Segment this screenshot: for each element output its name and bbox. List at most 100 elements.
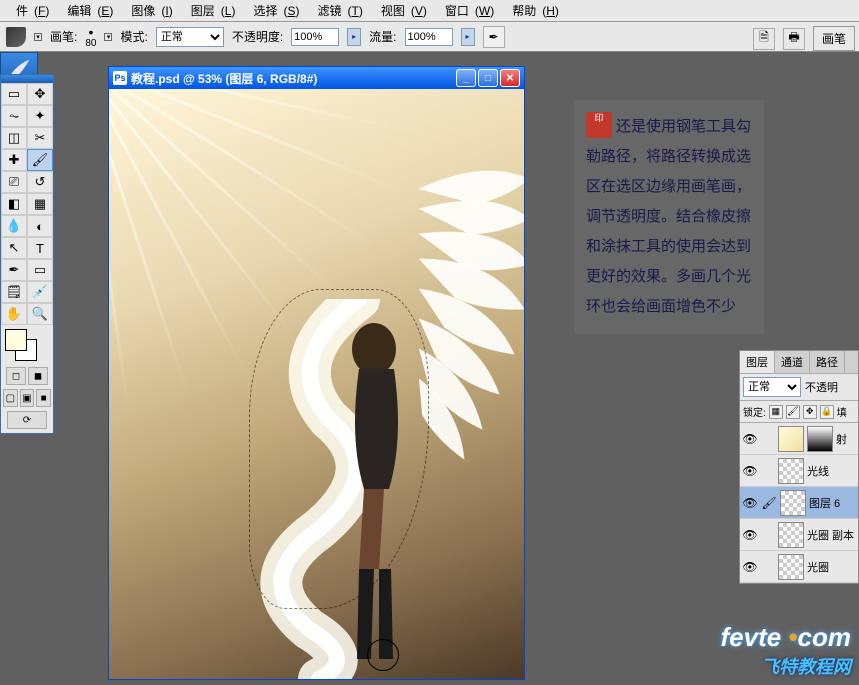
ps-file-icon: Ps bbox=[113, 71, 127, 85]
airbrush-icon[interactable]: ✒ bbox=[483, 26, 505, 48]
shape-tool[interactable]: ▭ bbox=[27, 259, 53, 281]
close-button[interactable]: ✕ bbox=[500, 69, 520, 87]
dodge-tool[interactable]: ◐ bbox=[27, 215, 53, 237]
notes-tool[interactable]: 🗒 bbox=[1, 281, 27, 303]
screen-mode-1-icon[interactable]: ▢ bbox=[3, 389, 18, 407]
gradient-tool[interactable]: ▦ bbox=[27, 193, 53, 215]
seal-stamp-icon: 印 bbox=[586, 112, 612, 138]
canvas[interactable] bbox=[109, 89, 524, 679]
stamp-tool[interactable]: ⎚ bbox=[1, 171, 27, 193]
layer-row[interactable]: 👁 🖌 图层 6 bbox=[740, 487, 858, 519]
layer-name[interactable]: 光圈 副本 bbox=[807, 527, 854, 543]
menu-edit[interactable]: 编辑(E) bbox=[55, 0, 119, 21]
layer-name[interactable]: 光线 bbox=[807, 463, 829, 479]
instruction-text: 还是使用钢笔工具勾勒路径，将路径转换成选区在选区边缘用画笔画，调节透明度。结合橡… bbox=[586, 118, 751, 315]
visibility-icon[interactable]: 👁 bbox=[742, 431, 758, 447]
menu-bar: 件(F) 编辑(E) 图像(I) 图层(L) 选择(S) 滤镜(T) 视图(V)… bbox=[0, 0, 859, 22]
opacity-spinner-icon[interactable]: ▸ bbox=[347, 28, 361, 46]
layer-thumbnail[interactable] bbox=[778, 426, 804, 452]
lock-position-icon[interactable]: ✥ bbox=[803, 405, 817, 419]
move-tool[interactable]: ✥ bbox=[27, 83, 53, 105]
opacity-input[interactable] bbox=[291, 28, 339, 46]
menu-view[interactable]: 视图(V) bbox=[369, 0, 433, 21]
blend-mode-select[interactable]: 正常 bbox=[156, 27, 224, 47]
history-brush-tool[interactable]: ↺ bbox=[27, 171, 53, 193]
tab-layers[interactable]: 图层 bbox=[740, 351, 775, 373]
brush-size-value[interactable]: 80 bbox=[85, 39, 96, 49]
type-tool[interactable]: T bbox=[27, 237, 53, 259]
foreground-color-swatch[interactable] bbox=[5, 329, 27, 351]
lock-label: 锁定: bbox=[743, 404, 766, 419]
menu-image[interactable]: 图像(I) bbox=[119, 0, 178, 21]
layer-mask-thumbnail[interactable] bbox=[807, 426, 833, 452]
layer-blend-mode-select[interactable]: 正常 bbox=[743, 377, 801, 397]
options-right-group: 🗎 🖶 画笔 bbox=[753, 26, 855, 51]
brush-dropdown-icon[interactable]: ▾ bbox=[104, 33, 112, 41]
layer-name[interactable]: 图层 6 bbox=[809, 495, 840, 511]
layer-row[interactable]: 👁 射 bbox=[740, 423, 858, 455]
layer-thumbnail[interactable] bbox=[778, 522, 804, 548]
wand-tool[interactable]: ✦ bbox=[27, 105, 53, 127]
menu-help[interactable]: 帮助(H) bbox=[500, 0, 565, 21]
eraser-tool[interactable]: ◧ bbox=[1, 193, 27, 215]
slice-tool[interactable]: ✂ bbox=[27, 127, 53, 149]
hand-tool[interactable]: ✋ bbox=[1, 303, 27, 325]
layers-panel: 图层 通道 路径 正常 不透明 锁定: ▦ 🖌 ✥ 🔒 填 👁 射 👁 光线 👁… bbox=[739, 350, 859, 584]
eyedropper-tool[interactable]: 💉 bbox=[27, 281, 53, 303]
layer-name[interactable]: 射 bbox=[836, 431, 847, 447]
quickmask-mode-icon[interactable]: ◼ bbox=[28, 367, 48, 385]
visibility-icon[interactable]: 👁 bbox=[742, 495, 758, 511]
print-icon[interactable]: 🖶 bbox=[783, 28, 805, 50]
fill-label: 填 bbox=[837, 404, 847, 419]
document-titlebar[interactable]: Ps 教程.psd @ 53% (图层 6, RGB/8#) _ □ ✕ bbox=[109, 67, 524, 89]
tab-paths[interactable]: 路径 bbox=[810, 351, 845, 373]
menu-select[interactable]: 选择(S) bbox=[241, 0, 305, 21]
visibility-icon[interactable]: 👁 bbox=[742, 559, 758, 575]
document-title: 教程.psd @ 53% (图层 6, RGB/8#) bbox=[131, 70, 317, 87]
layer-name[interactable]: 光圈 bbox=[807, 559, 829, 575]
toolbox-titlebar[interactable] bbox=[1, 75, 53, 83]
lock-transparency-icon[interactable]: ▦ bbox=[769, 405, 783, 419]
edit-indicator-icon: 🖌 bbox=[761, 495, 777, 511]
flow-label: 流量: bbox=[369, 28, 396, 45]
figure-art bbox=[329, 319, 439, 669]
brush-tool[interactable]: 🖌 bbox=[27, 149, 53, 171]
lock-all-icon[interactable]: 🔒 bbox=[820, 405, 834, 419]
color-swatches[interactable] bbox=[1, 325, 53, 365]
zoom-tool[interactable]: 🔍 bbox=[27, 303, 53, 325]
brush-tool-icon[interactable] bbox=[6, 27, 26, 47]
options-bar: ▾ 画笔: • 80 ▾ 模式: 正常 不透明度: ▸ 流量: ▸ ✒ bbox=[0, 22, 859, 52]
tab-channels[interactable]: 通道 bbox=[775, 351, 810, 373]
maximize-button[interactable]: □ bbox=[478, 69, 498, 87]
menu-filter[interactable]: 滤镜(T) bbox=[305, 0, 368, 21]
path-select-tool[interactable]: ↖ bbox=[1, 237, 27, 259]
tool-preset-dropdown-icon[interactable]: ▾ bbox=[34, 33, 42, 41]
screen-mode-2-icon[interactable]: ▣ bbox=[20, 389, 35, 407]
heal-tool[interactable]: ✚ bbox=[1, 149, 27, 171]
layer-thumbnail[interactable] bbox=[778, 554, 804, 580]
lock-paint-icon[interactable]: 🖌 bbox=[786, 405, 800, 419]
screen-mode-3-icon[interactable]: ■ bbox=[36, 389, 51, 407]
menu-file[interactable]: 件(F) bbox=[4, 0, 55, 21]
menu-window[interactable]: 窗口(W) bbox=[433, 0, 500, 21]
minimize-button[interactable]: _ bbox=[456, 69, 476, 87]
file-browser-icon[interactable]: 🗎 bbox=[753, 28, 775, 50]
jump-to-icon[interactable]: ⟳ bbox=[7, 411, 47, 429]
menu-layer[interactable]: 图层(L) bbox=[179, 0, 242, 21]
flow-spinner-icon[interactable]: ▸ bbox=[461, 28, 475, 46]
layer-thumbnail[interactable] bbox=[778, 458, 804, 484]
blur-tool[interactable]: 💧 bbox=[1, 215, 27, 237]
flow-input[interactable] bbox=[405, 28, 453, 46]
standard-mode-icon[interactable]: ◻ bbox=[6, 367, 26, 385]
layer-row[interactable]: 👁 光线 bbox=[740, 455, 858, 487]
visibility-icon[interactable]: 👁 bbox=[742, 527, 758, 543]
pen-tool[interactable]: ✒ bbox=[1, 259, 27, 281]
layer-row[interactable]: 👁 光圈 副本 bbox=[740, 519, 858, 551]
lasso-tool[interactable]: ⏦ bbox=[1, 105, 27, 127]
layer-thumbnail[interactable] bbox=[780, 490, 806, 516]
marquee-tool[interactable]: ▭ bbox=[1, 83, 27, 105]
crop-tool[interactable]: ◫ bbox=[1, 127, 27, 149]
brushes-palette-button[interactable]: 画笔 bbox=[813, 26, 855, 51]
visibility-icon[interactable]: 👁 bbox=[742, 463, 758, 479]
layer-row[interactable]: 👁 光圈 bbox=[740, 551, 858, 583]
